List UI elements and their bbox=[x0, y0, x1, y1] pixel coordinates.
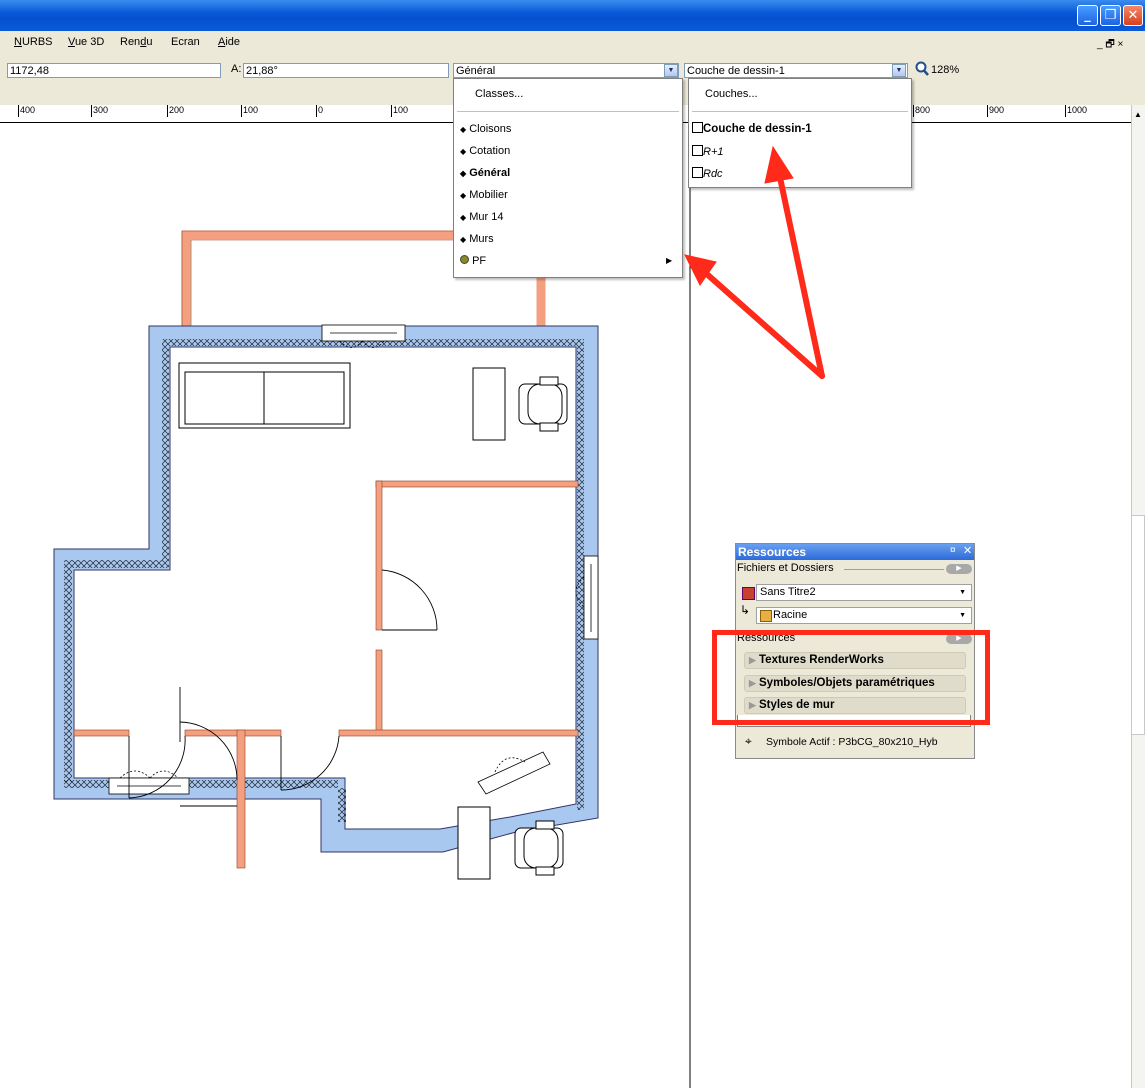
folder-icon bbox=[760, 610, 772, 622]
class-item-pf[interactable]: PF bbox=[460, 255, 486, 267]
class-item-murs[interactable]: ◆ Murs bbox=[460, 233, 494, 245]
ruler-tick: 900 bbox=[987, 105, 1005, 117]
menu-rendu[interactable]: Rendu bbox=[120, 36, 152, 48]
menu-vue-3d[interactable]: Vue 3D bbox=[68, 36, 104, 48]
desk-bottom bbox=[457, 806, 491, 880]
document-window-controls[interactable]: _ 🗗 × bbox=[1097, 37, 1123, 54]
document-icon bbox=[742, 587, 755, 600]
chair-top bbox=[518, 376, 568, 432]
close-button[interactable]: ✕ bbox=[1123, 5, 1143, 26]
menu-separator bbox=[692, 111, 908, 112]
file-select[interactable]: Sans Titre2 ▼ bbox=[756, 584, 972, 601]
subfolder-arrow-icon: ↳ bbox=[740, 603, 751, 617]
layer-dropdown-arrow-icon[interactable]: ▼ bbox=[892, 64, 906, 77]
minimize-button[interactable]: _ bbox=[1077, 5, 1098, 26]
layer-item-rdc[interactable]: Rdc bbox=[692, 167, 723, 180]
submenu-arrow-icon: ▶ bbox=[666, 256, 673, 265]
ruler-tick: 0 bbox=[316, 105, 324, 117]
zoom-level[interactable]: 128% bbox=[929, 63, 1131, 78]
ruler-tick: 400 bbox=[18, 105, 36, 117]
sofa bbox=[178, 362, 351, 429]
layer-checkbox-icon bbox=[692, 167, 703, 178]
ruler-tick: 800 bbox=[913, 105, 931, 117]
class-select[interactable]: Général bbox=[453, 63, 679, 78]
class-item-cotation[interactable]: ◆ Cotation bbox=[460, 145, 510, 157]
menu-separator bbox=[457, 111, 679, 112]
angle-field[interactable]: 21,88° bbox=[243, 63, 449, 78]
palette-title: Ressources bbox=[736, 544, 974, 560]
scrollbar-thumb[interactable] bbox=[1131, 515, 1145, 735]
ruler-tick: 300 bbox=[91, 105, 109, 117]
zoom-icon[interactable] bbox=[915, 61, 929, 80]
class-item-mobilier[interactable]: ◆ Mobilier bbox=[460, 189, 508, 201]
window-diagonal bbox=[477, 751, 551, 795]
angle-label: A: bbox=[231, 63, 242, 75]
menu-nurbs[interactable]: NURBS bbox=[14, 36, 53, 48]
layer-item-couche-de-dessin-1[interactable]: Couche de dessin-1 bbox=[692, 122, 812, 135]
restore-button[interactable]: ❐ bbox=[1100, 5, 1121, 26]
layer-dropdown-menu: Couches... Couche de dessin-1 R+1 Rdc bbox=[688, 78, 912, 188]
pin-icon[interactable]: ¤ bbox=[950, 545, 956, 556]
class-menu-header[interactable]: Classes... bbox=[475, 88, 523, 100]
layer-select[interactable]: Couche de dessin-1 bbox=[684, 63, 908, 78]
folder-select[interactable]: Racine ▼ bbox=[756, 607, 972, 624]
layer-checkbox-icon bbox=[692, 145, 703, 156]
files-folders-label: Fichiers et Dossiers bbox=[737, 562, 834, 574]
window-title-bar bbox=[0, 0, 1145, 31]
ruler-tick: 100 bbox=[241, 105, 259, 117]
menu-aide[interactable]: Aide bbox=[218, 36, 240, 48]
palette-close-icon[interactable]: ✕ bbox=[963, 544, 972, 557]
annotation-highlight-box bbox=[712, 630, 990, 725]
layer-checkbox-icon bbox=[692, 122, 703, 133]
folder-dot-icon bbox=[460, 255, 469, 264]
window-bottom bbox=[108, 770, 190, 795]
crosshair-icon: ⌖ bbox=[745, 734, 752, 748]
ruler-tick: 200 bbox=[167, 105, 185, 117]
ruler-tick: 1000 bbox=[1065, 105, 1088, 117]
chair-bottom bbox=[514, 827, 564, 869]
ruler-tick: 100 bbox=[391, 105, 409, 117]
menu-ecran[interactable]: Ecran bbox=[171, 36, 200, 48]
class-dropdown-arrow-icon[interactable]: ▼ bbox=[664, 64, 678, 77]
scroll-up-icon[interactable]: ▲ bbox=[1134, 110, 1142, 119]
class-item-mur-14[interactable]: ◆ Mur 14 bbox=[460, 211, 503, 223]
doors bbox=[128, 569, 438, 807]
office-furniture-bottom bbox=[457, 806, 564, 880]
class-item-cloisons[interactable]: ◆ Cloisons bbox=[460, 123, 511, 135]
coordinate-field[interactable]: 1172,48 bbox=[7, 63, 221, 78]
files-toggle-button[interactable]: ▶ bbox=[946, 564, 972, 574]
layer-menu-header[interactable]: Couches... bbox=[705, 88, 758, 100]
class-item-general[interactable]: ◆ Général bbox=[460, 167, 510, 179]
desk-top bbox=[472, 367, 506, 441]
active-symbol-status: Symbole Actif : P3bCG_80x210_Hyb bbox=[766, 736, 938, 748]
layer-item-r-plus-1[interactable]: R+1 bbox=[692, 145, 724, 158]
class-dropdown-menu: Classes... ◆ Cloisons ◆ Cotation ◆ Génér… bbox=[453, 78, 683, 278]
section-line bbox=[844, 569, 944, 570]
